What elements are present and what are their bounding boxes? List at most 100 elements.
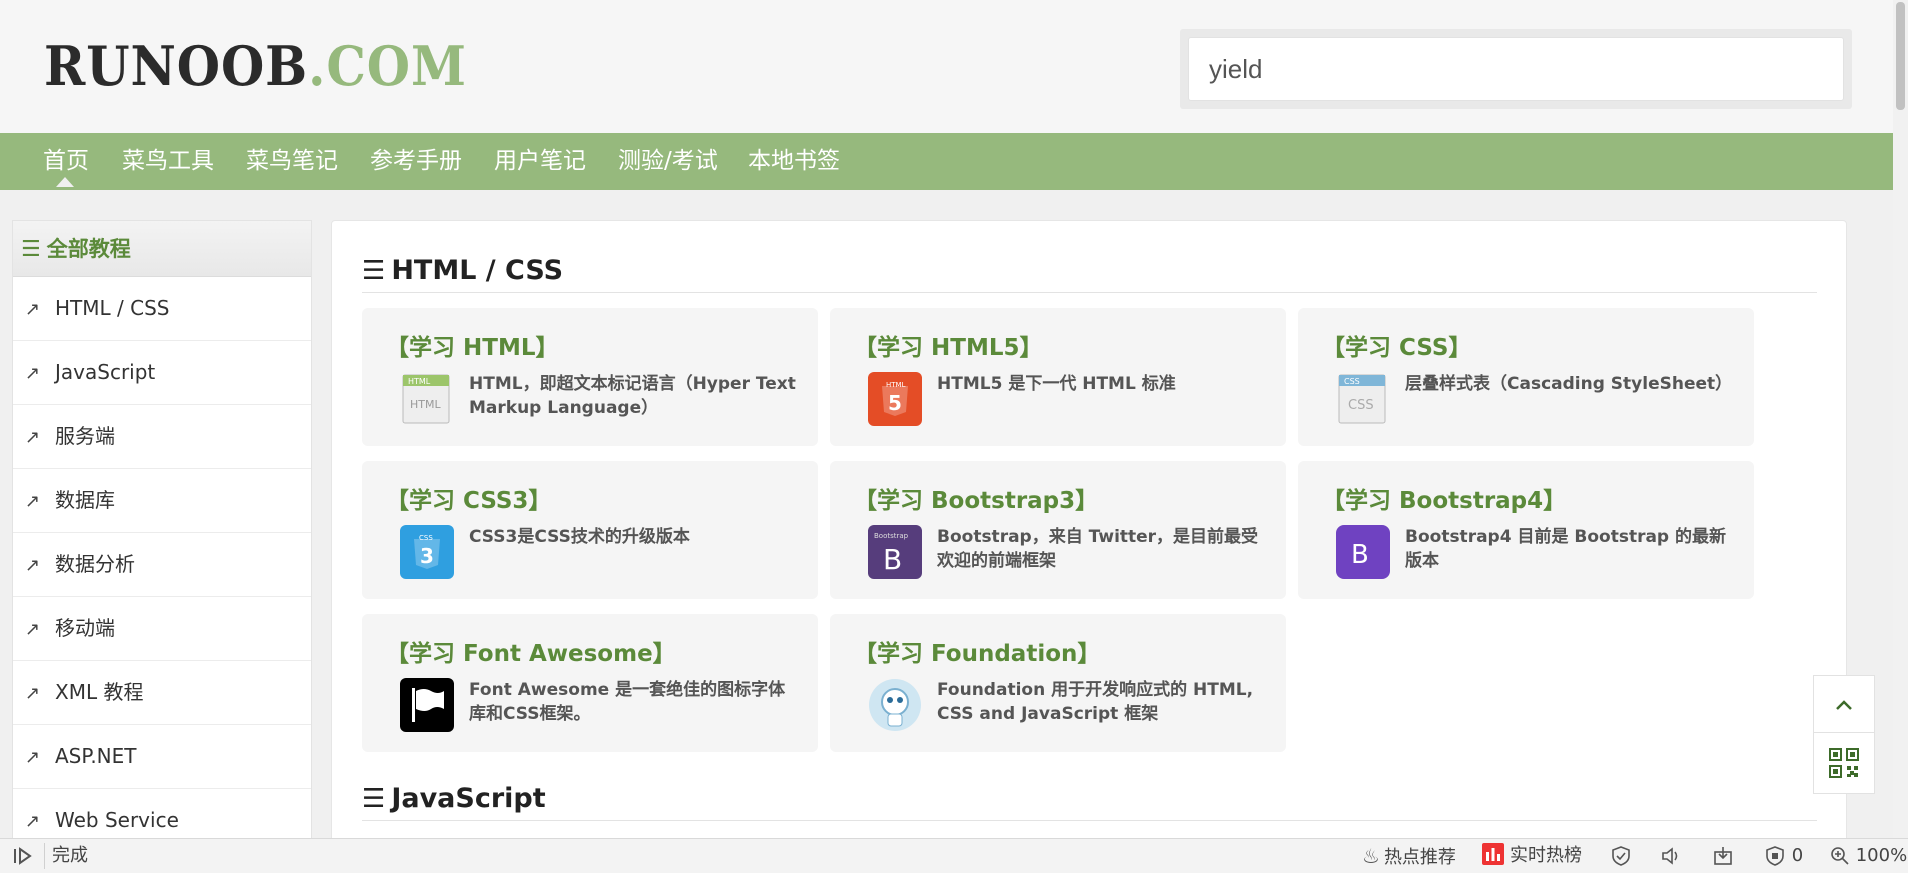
card-description: HTML，即超文本标记语言（Hyper Text Markup Language… xyxy=(469,374,796,418)
tutorial-card-font-awesome[interactable]: 【学习 Font Awesome】 Font Awesome 是一套绝佳的图标字… xyxy=(362,614,818,752)
card-title: 【学习 CSS】 xyxy=(1322,335,1472,361)
nav-user-notes[interactable]: 用户笔记 xyxy=(494,133,586,190)
sidebar-item-label: 数据库 xyxy=(55,488,115,512)
external-link-icon: ↗ xyxy=(25,683,41,704)
sidebar: ☰ 全部教程 ↗ HTML / CSS ↗ JavaScript ↗ 服务端 ↗ 数据库 … xyxy=(12,220,312,840)
card-title: 【学习 Foundation】 xyxy=(854,641,1101,667)
html5-icon-label: HTML xyxy=(886,381,906,389)
sidebar-item-html-css[interactable]: ↗ HTML / CSS xyxy=(13,277,311,341)
page-scrollbar[interactable] xyxy=(1893,0,1908,838)
external-link-icon: ↗ xyxy=(25,427,41,448)
sidebar-heading: ☰ 全部教程 xyxy=(13,221,311,277)
tutorial-card-css3[interactable]: 【学习 CSS3】 CSS 3 CSS3是CSS技术的升级版本 xyxy=(362,461,818,599)
nav-bookmarks[interactable]: 本地书签 xyxy=(748,133,840,190)
zoom-control[interactable]: 100% xyxy=(1830,839,1907,873)
css3-icon: CSS 3 xyxy=(400,525,454,579)
tutorial-card-html[interactable]: 【学习 HTML】 HTML HTML HTML，即超文本标记语言（Hyper … xyxy=(362,308,818,446)
logo-tld: COM xyxy=(326,34,467,98)
sidebar-item-javascript[interactable]: ↗ JavaScript xyxy=(13,341,311,405)
bootstrap3-icon-label: Bootstrap xyxy=(874,532,909,540)
card-description: Bootstrap，来自 Twitter，是目前最受欢迎的前端框架 xyxy=(937,527,1259,571)
tutorial-card-foundation[interactable]: 【学习 Foundation】 Foundation 用于开发响应式的 HTML… xyxy=(830,614,1286,752)
ad-block-count: 0 xyxy=(1791,845,1804,866)
nav-notes[interactable]: 菜鸟笔记 xyxy=(246,133,338,190)
browser-status-bar: 完成 ♨ 热点推荐 实时热榜 0 100% xyxy=(0,838,1908,873)
nav-reference[interactable]: 参考手册 xyxy=(370,133,462,190)
zoom-level: 100% xyxy=(1855,845,1908,866)
css-icon-label: CSS xyxy=(1344,377,1360,386)
sidebar-item-label: 移动端 xyxy=(55,616,115,640)
main-content: ☰ HTML / CSS 【学习 HTML】 HTML HTML HTML，即超文… xyxy=(331,220,1847,860)
tutorial-card-html5[interactable]: 【学习 HTML5】 HTML 5 HTML5 是下一代 HTML 标准 xyxy=(830,308,1286,446)
card-title: 【学习 HTML5】 xyxy=(854,335,1043,361)
sidebar-heading-label: 全部教程 xyxy=(46,237,131,261)
tutorial-card-bootstrap4[interactable]: 【学习 Bootstrap4】 B Bootstrap4 目前是 Bootstr… xyxy=(1298,461,1754,599)
sidebar-item-server[interactable]: ↗ 服务端 xyxy=(13,405,311,469)
qr-code-button[interactable] xyxy=(1813,732,1875,794)
shield-check-icon[interactable] xyxy=(1610,839,1632,873)
card-description: CSS3是CSS技术的升级版本 xyxy=(469,527,690,547)
main-nav: 首页 菜鸟工具 菜鸟笔记 参考手册 用户笔记 测验/考试 本地书签 xyxy=(0,133,1893,190)
section-title-javascript: ☰ JavaScript xyxy=(362,783,1817,821)
tutorial-card-bootstrap3[interactable]: 【学习 Bootstrap3】 Bootstrap B Bootstrap，来自… xyxy=(830,461,1286,599)
hot-recommend-button[interactable]: ♨ 热点推荐 xyxy=(1362,839,1456,873)
external-link-icon: ↗ xyxy=(25,811,41,832)
sidebar-toggle-icon[interactable] xyxy=(12,839,34,873)
scrollbar-thumb[interactable] xyxy=(1896,2,1905,110)
card-title: 【学习 Bootstrap3】 xyxy=(854,488,1099,514)
css-icon: CSS CSS xyxy=(1336,372,1390,426)
external-link-icon: ↗ xyxy=(25,619,41,640)
sidebar-item-aspnet[interactable]: ↗ ASP.NET xyxy=(13,725,311,789)
bootstrap3-icon: Bootstrap B xyxy=(868,525,922,579)
sidebar-item-web-service[interactable]: ↗ Web Service xyxy=(13,789,311,839)
speaker-icon[interactable] xyxy=(1660,839,1682,873)
external-link-icon: ↗ xyxy=(25,555,41,576)
bootstrap4-icon: B xyxy=(1336,525,1390,579)
hot-recommend-label: 热点推荐 xyxy=(1383,847,1456,868)
sidebar-item-label: 服务端 xyxy=(55,424,115,448)
html-icon-sublabel: HTML xyxy=(410,398,441,411)
status-text: 完成 xyxy=(52,845,88,866)
html-icon: HTML HTML xyxy=(400,372,454,426)
ad-block-shield-icon xyxy=(1766,846,1784,866)
external-link-icon: ↗ xyxy=(25,299,41,320)
css3-icon-label: CSS xyxy=(419,534,433,542)
nav-active-caret xyxy=(56,177,74,187)
sidebar-item-label: ASP.NET xyxy=(55,744,137,768)
nav-quiz[interactable]: 测验/考试 xyxy=(618,133,718,190)
external-link-icon: ↗ xyxy=(25,363,41,384)
sidebar-item-data-analysis[interactable]: ↗ 数据分析 xyxy=(13,533,311,597)
menu-icon: ☰ xyxy=(21,237,41,262)
font-awesome-icon xyxy=(400,678,454,732)
realtime-hot-label: 实时热榜 xyxy=(1510,845,1582,866)
sidebar-item-mobile[interactable]: ↗ 移动端 xyxy=(13,597,311,661)
css3-icon-digit: 3 xyxy=(420,544,434,568)
site-logo[interactable]: RUNOOB.COM xyxy=(44,34,467,98)
sidebar-item-xml[interactable]: ↗ XML 教程 xyxy=(13,661,311,725)
list-icon: ☰ xyxy=(362,784,386,814)
back-to-top-button[interactable] xyxy=(1813,675,1875,737)
card-description: 层叠样式表（Cascading StyleSheet） xyxy=(1405,374,1733,394)
chevron-up-icon xyxy=(1836,700,1852,710)
qr-code-icon xyxy=(1829,748,1859,778)
sidebar-item-database[interactable]: ↗ 数据库 xyxy=(13,469,311,533)
ad-block-button[interactable]: 0 xyxy=(1764,839,1803,873)
bootstrap4-icon-letter: B xyxy=(1351,540,1369,570)
status-divider xyxy=(44,843,45,869)
search-input[interactable] xyxy=(1188,37,1844,101)
tutorial-card-css[interactable]: 【学习 CSS】 CSS CSS 层叠样式表（Cascading StyleSh… xyxy=(1298,308,1754,446)
sidebar-item-label: 数据分析 xyxy=(55,552,135,576)
nav-tools[interactable]: 菜鸟工具 xyxy=(122,133,214,190)
html5-icon: HTML 5 xyxy=(868,372,922,426)
card-description: HTML5 是下一代 HTML 标准 xyxy=(937,374,1176,394)
section-title-label: HTML / CSS xyxy=(391,255,564,286)
card-title: 【学习 CSS3】 xyxy=(386,488,552,514)
sidebar-item-label: XML 教程 xyxy=(55,680,144,704)
card-description: Foundation 用于开发响应式的 HTML, CSS and JavaSc… xyxy=(937,680,1254,724)
html5-icon-digit: 5 xyxy=(888,391,902,415)
foundation-icon xyxy=(868,678,922,732)
list-icon: ☰ xyxy=(362,256,386,286)
logo-main-text: RUNOOB xyxy=(44,34,309,98)
realtime-hot-button[interactable]: 实时热榜 xyxy=(1482,839,1582,873)
download-icon[interactable] xyxy=(1712,839,1734,873)
